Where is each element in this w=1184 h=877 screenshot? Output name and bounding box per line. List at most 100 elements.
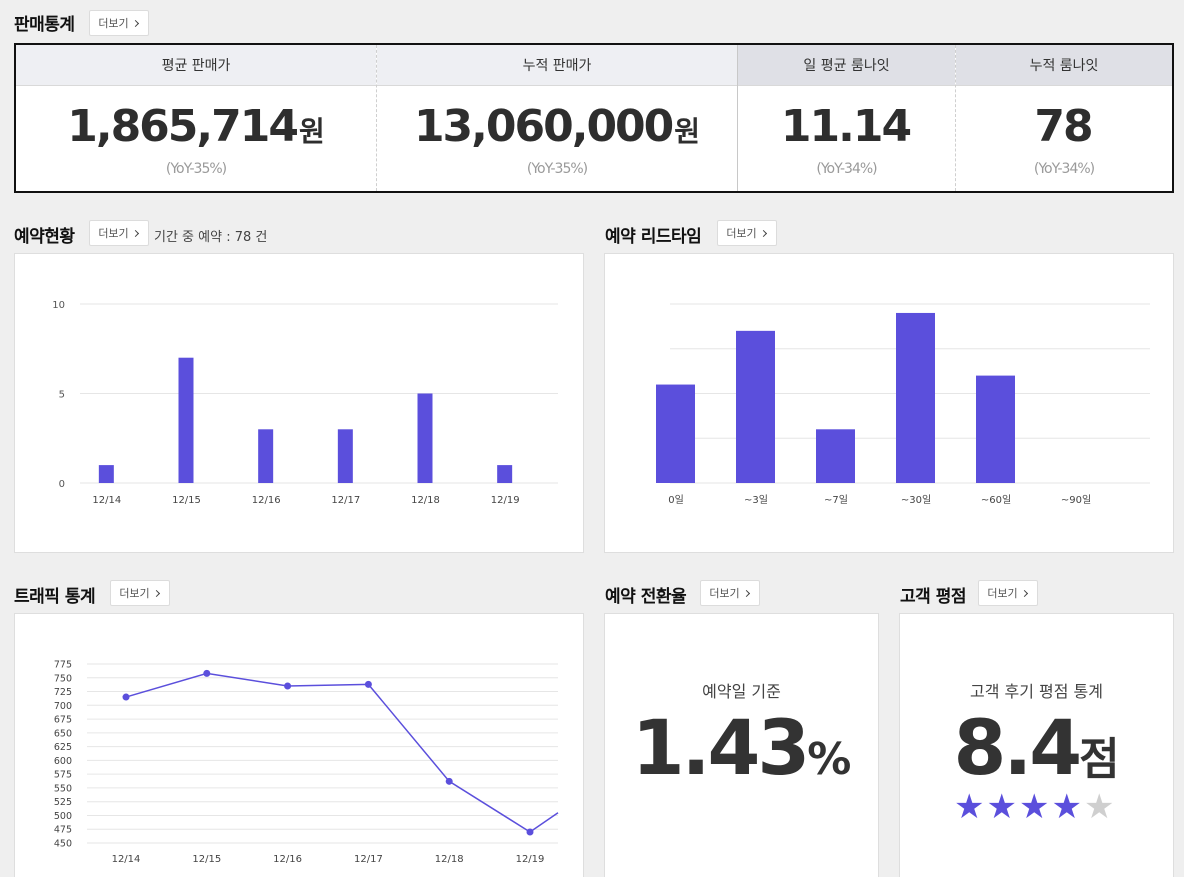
y-tick-label: 750 [54,673,72,684]
rating-label: 고객 후기 평점 통계 [969,682,1104,701]
x-tick-label: 12/18 [435,854,464,865]
bar [258,429,274,483]
chevron-right-icon [1020,589,1028,597]
sales-stats-table: 평균 판매가 1,865,714원 (YoY-35%) 누적 판매가 13,06… [14,43,1174,193]
stat-label: 누적 룸나잇 [956,45,1172,86]
sales-stats-title: 판매통계 [14,15,75,35]
traffic-chart-card: 450 475 500 525 550 575 600 625 650 675 700 725 750 7… [14,613,584,877]
traffic-line-chart: 450 475 500 525 550 575 600 625 650 675 700 725 750 7… [54,660,559,865]
rating-title: 고객 평점 [900,587,966,607]
more-button-label: 더보기 [709,587,740,600]
bar [816,429,855,483]
star-empty-icon: ★ [1083,787,1115,827]
data-point [364,680,372,688]
stat-yoy: (YoY-35%) [526,161,588,177]
stat-daily-room-nights: 일 평균 룸나잇 11.14 (YoY-34%) [737,45,955,191]
sales-stats-more-button[interactable]: 더보기 [89,10,149,36]
stat-value: 11.14 [780,101,912,152]
x-tick-label: ~90일 [1061,494,1091,506]
stat-value: 78 [1034,101,1093,152]
x-tick-label: 12/15 [172,495,201,506]
data-point [526,828,534,836]
y-tick-label: 625 [54,742,72,753]
x-tick-label: 12/18 [411,495,440,506]
bar [736,330,775,483]
bar [417,393,433,483]
x-tick-label: ~7일 [824,494,848,506]
y-tick-label: 600 [54,756,72,767]
y-tick-label: 525 [54,797,72,808]
more-button-label: 더보기 [98,17,129,30]
x-tick-label: 0일 [668,494,684,506]
x-tick-label: 12/14 [92,495,121,506]
y-tick-label: 675 [54,715,72,726]
more-button-label: 더보기 [119,587,150,600]
y-tick-label: 725 [54,687,72,698]
chevron-right-icon [131,19,139,27]
y-tick-label: 775 [54,660,72,671]
y-tick-label: 0 [59,479,65,490]
stat-label: 평균 판매가 [16,45,376,86]
x-tick-label: 12/16 [273,854,302,865]
x-tick-label: ~3일 [744,494,768,506]
x-tick-label: 12/17 [331,495,360,506]
lead-time-chart-card: 0일 ~3일 ~7일 ~30일 ~60일 ~90일 [604,253,1174,553]
conversion-title: 예약 전환율 [605,587,687,607]
star-filled-icon: ★ [954,787,985,827]
bar [976,375,1015,483]
star-filled-icon: ★ [1051,787,1082,827]
x-tick-label: 12/17 [354,854,383,865]
lead-time-more-button[interactable]: 더보기 [717,220,777,246]
stat-yoy: (YoY-34%) [1033,161,1095,177]
bar [98,465,114,483]
chevron-right-icon [742,589,750,597]
x-tick-label: ~60일 [981,494,1011,506]
x-tick-label: 12/15 [192,854,221,865]
reservation-status-title: 예약현황 [14,227,75,247]
bar [178,357,194,483]
bar [337,429,353,483]
rating-card: 고객 후기 평점 통계 8.4점 ★ ★ ★ ★ ★ [899,613,1174,877]
y-tick-label: 450 [54,839,72,850]
more-button-label: 더보기 [726,227,757,240]
data-point [203,669,211,677]
stat-total-room-nights: 누적 룸나잇 78 (YoY-34%) [955,45,1172,191]
chevron-right-icon [131,229,139,237]
stat-average-price: 평균 판매가 1,865,714원 (YoY-35%) [16,45,376,191]
bar [656,384,695,483]
x-tick-label: 12/19 [516,854,545,865]
y-tick-label: 700 [54,701,72,712]
stat-yoy: (YoY-35%) [165,161,227,177]
data-point [445,777,453,785]
conversion-more-button[interactable]: 더보기 [700,580,760,606]
reservation-status-more-button[interactable]: 더보기 [89,220,149,246]
stat-value: 1,865,714원 [67,101,325,152]
y-tick-label: 500 [54,811,72,822]
lead-time-title: 예약 리드타임 [605,227,702,247]
rating-stars: ★ ★ ★ ★ ★ [954,790,1114,824]
bar [896,312,935,483]
more-button-label: 더보기 [98,227,129,240]
reservation-period-count: 기간 중 예약 : 78 건 [154,230,268,245]
x-tick-label: ~30일 [901,494,931,506]
y-tick-label: 5 [59,390,65,401]
stat-yoy: (YoY-34%) [816,161,877,177]
more-button-label: 더보기 [987,587,1018,600]
stat-total-price: 누적 판매가 13,060,000원 (YoY-35%) [376,45,737,191]
y-tick-label: 550 [54,783,72,794]
rating-more-button[interactable]: 더보기 [978,580,1038,606]
star-filled-icon: ★ [986,787,1017,827]
conversion-value: 1.43% [631,703,852,792]
reservation-bar-chart: 0 5 10 12/14 12/15 12/16 12/17 12/18 12/19 [52,300,558,506]
data-point [122,693,130,701]
bar [497,465,513,483]
traffic-more-button[interactable]: 더보기 [110,580,170,606]
stat-label: 누적 판매가 [377,45,737,86]
reservation-status-chart-card: 0 5 10 12/14 12/15 12/16 12/17 12/18 12/19 [14,253,584,553]
chevron-right-icon [759,229,767,237]
stat-value: 13,060,000원 [413,101,701,152]
stat-label: 일 평균 룸나잇 [738,45,955,86]
x-tick-label: 12/14 [112,854,141,865]
y-tick-label: 475 [54,825,72,836]
series-line [125,672,559,833]
